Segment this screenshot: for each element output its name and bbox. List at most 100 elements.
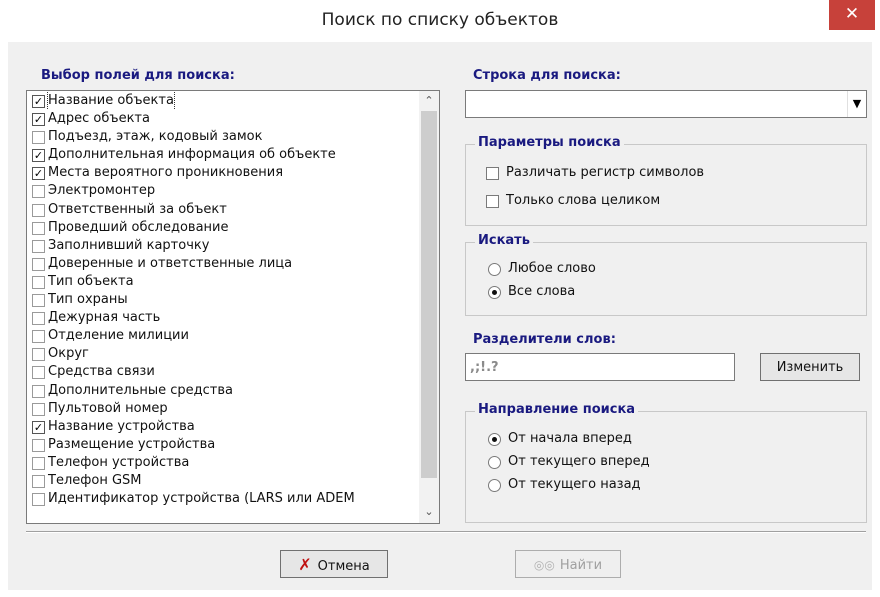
cancel-button[interactable]: ✗ Отмена xyxy=(280,550,388,578)
field-list-item[interactable]: ✓ Адрес объекта xyxy=(27,110,417,128)
field-list-item-label: Проведший обследование xyxy=(48,219,229,235)
search-string-heading: Строка для поиска: xyxy=(473,68,621,83)
field-list-item-label: Телефон GSM xyxy=(48,472,142,488)
field-list-item[interactable]: Телефон устройства xyxy=(27,454,417,472)
field-list-item[interactable]: Идентификатор устройства (LARS или ADEM xyxy=(27,490,417,508)
find-label: Найти xyxy=(559,558,603,573)
field-list-item-label: Название объекта xyxy=(47,92,175,111)
field-list-item[interactable]: Ответственный за объект xyxy=(27,201,417,219)
checkbox-checked-icon[interactable]: ✓ xyxy=(32,420,45,434)
field-list-item-label: Адрес объекта xyxy=(48,111,150,127)
direction-backward-label: От текущего назад xyxy=(508,477,641,492)
field-list-item[interactable]: Проведший обследование xyxy=(27,219,417,237)
field-list-item[interactable]: Средства связи xyxy=(27,363,417,381)
field-list-item[interactable]: ✓ Дополнительная информация об объекте xyxy=(27,146,417,164)
checkbox-icon xyxy=(486,195,499,208)
checkbox-icon[interactable] xyxy=(32,493,45,507)
checkbox-icon[interactable] xyxy=(32,384,45,398)
field-list-item[interactable]: Заполнивший карточку xyxy=(27,237,417,255)
field-list-item[interactable]: Пультовой номер xyxy=(27,400,417,418)
field-list-item-label: Подъезд, этаж, кодовый замок xyxy=(48,129,263,145)
fields-scrollbar[interactable]: ⌃ ⌄ xyxy=(419,91,439,523)
scroll-down-icon[interactable]: ⌄ xyxy=(419,503,439,521)
checkbox-icon[interactable] xyxy=(32,239,45,253)
mode-all-words-label: Все слова xyxy=(508,284,576,299)
field-list-item-label: Тип объекта xyxy=(48,273,134,289)
direction-forward-label: От текущего вперед xyxy=(508,454,650,469)
field-list-item-label: Размещение устройства xyxy=(48,436,216,452)
field-list-item[interactable]: Телефон GSM xyxy=(27,472,417,490)
checkbox-icon[interactable] xyxy=(32,185,45,199)
title-bar: Поиск по списку объектов ✕ xyxy=(0,0,880,40)
binoculars-icon: ◎◎ xyxy=(533,558,555,572)
field-list-item[interactable]: Электромонтер xyxy=(27,182,417,200)
checkbox-icon[interactable] xyxy=(32,312,45,326)
dialog-title: Поиск по списку объектов xyxy=(321,10,559,30)
field-list-item[interactable]: Отделение милиции xyxy=(27,327,417,345)
radio-icon xyxy=(488,263,501,276)
separators-field[interactable]: ,;!.? xyxy=(465,353,735,381)
field-list-item[interactable]: ✓ Название объекта xyxy=(27,92,417,111)
field-list-item-label: Ответственный за объект xyxy=(48,201,227,217)
checkbox-checked-icon[interactable]: ✓ xyxy=(32,113,45,127)
field-list-item-label: Дополнительные средства xyxy=(48,382,233,398)
radio-icon xyxy=(488,479,501,492)
checkbox-icon[interactable] xyxy=(32,131,45,145)
field-list-item[interactable]: Тип охраны xyxy=(27,291,417,309)
separators-heading: Разделители слов: xyxy=(473,332,616,347)
fields-heading: Выбор полей для поиска: xyxy=(41,68,235,83)
checkbox-icon[interactable] xyxy=(32,275,45,289)
field-list-item-label: Дополнительная информация об объекте xyxy=(48,147,336,163)
checkbox-icon[interactable] xyxy=(32,257,45,271)
checkbox-icon[interactable] xyxy=(32,348,45,362)
checkbox-icon[interactable] xyxy=(32,474,45,488)
radio-selected-icon xyxy=(488,286,501,299)
field-list-item[interactable]: ✓ Название устройства xyxy=(27,418,417,436)
field-list-item-label: Название устройства xyxy=(48,418,195,434)
field-list-item-label: Электромонтер xyxy=(48,183,156,199)
checkbox-icon[interactable] xyxy=(32,402,45,416)
fields-listbox[interactable]: ✓ Название объекта ✓ Адрес объекта Подъезд, … xyxy=(26,90,440,524)
checkbox-icon[interactable] xyxy=(32,456,45,470)
field-list-item-label: Пультовой номер xyxy=(48,400,168,416)
field-list-item[interactable]: Округ xyxy=(27,345,417,363)
checkbox-icon[interactable] xyxy=(32,221,45,235)
checkbox-checked-icon[interactable]: ✓ xyxy=(32,167,45,181)
checkbox-icon[interactable] xyxy=(32,330,45,344)
checkbox-icon[interactable] xyxy=(32,438,45,452)
field-list-item[interactable]: Доверенные и ответственные лица xyxy=(27,255,417,273)
scroll-thumb[interactable] xyxy=(421,111,437,478)
field-list-item[interactable]: Подъезд, этаж, кодовый замок xyxy=(27,128,417,146)
radio-selected-icon xyxy=(488,433,501,446)
field-list-item-label: Заполнивший карточку xyxy=(48,237,210,253)
cancel-label: Отмена xyxy=(317,559,370,574)
field-list-item[interactable]: ✓ Места вероятного проникновения xyxy=(27,164,417,182)
field-list-item-label: Отделение милиции xyxy=(48,328,189,344)
field-list-item-label: Телефон устройства xyxy=(48,454,190,470)
field-list-item[interactable]: Дежурная часть xyxy=(27,309,417,327)
checkbox-icon[interactable] xyxy=(32,366,45,380)
direction-title: Направление поиска xyxy=(475,402,639,417)
search-string-combo[interactable]: ▼ xyxy=(465,90,867,118)
field-list-item-label: Доверенные и ответственные лица xyxy=(48,255,293,271)
checkbox-checked-icon[interactable]: ✓ xyxy=(32,95,45,108)
field-list-item-label: Идентификатор устройства (LARS или ADEM xyxy=(48,491,355,507)
params-title: Параметры поиска xyxy=(475,135,624,150)
field-list-item-label: Места вероятного проникновения xyxy=(48,165,284,181)
field-list-item-label: Дежурная часть xyxy=(48,310,161,326)
mode-any-word-label: Любое слово xyxy=(508,261,596,276)
close-button[interactable]: ✕ xyxy=(829,0,875,30)
find-button[interactable]: ◎◎ Найти xyxy=(515,550,621,578)
field-list-item[interactable]: Тип объекта xyxy=(27,273,417,291)
search-mode-group: Искать Любое слово Все слова xyxy=(465,233,867,316)
change-separators-button[interactable]: Изменить xyxy=(760,353,860,381)
field-list-item[interactable]: Размещение устройства xyxy=(27,436,417,454)
checkbox-icon[interactable] xyxy=(32,203,45,217)
field-list-item[interactable]: Дополнительные средства xyxy=(27,382,417,400)
scroll-up-icon[interactable]: ⌃ xyxy=(419,92,439,110)
checkbox-icon[interactable] xyxy=(32,294,45,308)
whole-words-label: Только слова целиком xyxy=(506,193,661,208)
direction-group: Направление поиска От начала вперед От т… xyxy=(465,402,867,523)
checkbox-checked-icon[interactable]: ✓ xyxy=(32,149,45,163)
chevron-down-icon[interactable]: ▼ xyxy=(847,91,866,117)
